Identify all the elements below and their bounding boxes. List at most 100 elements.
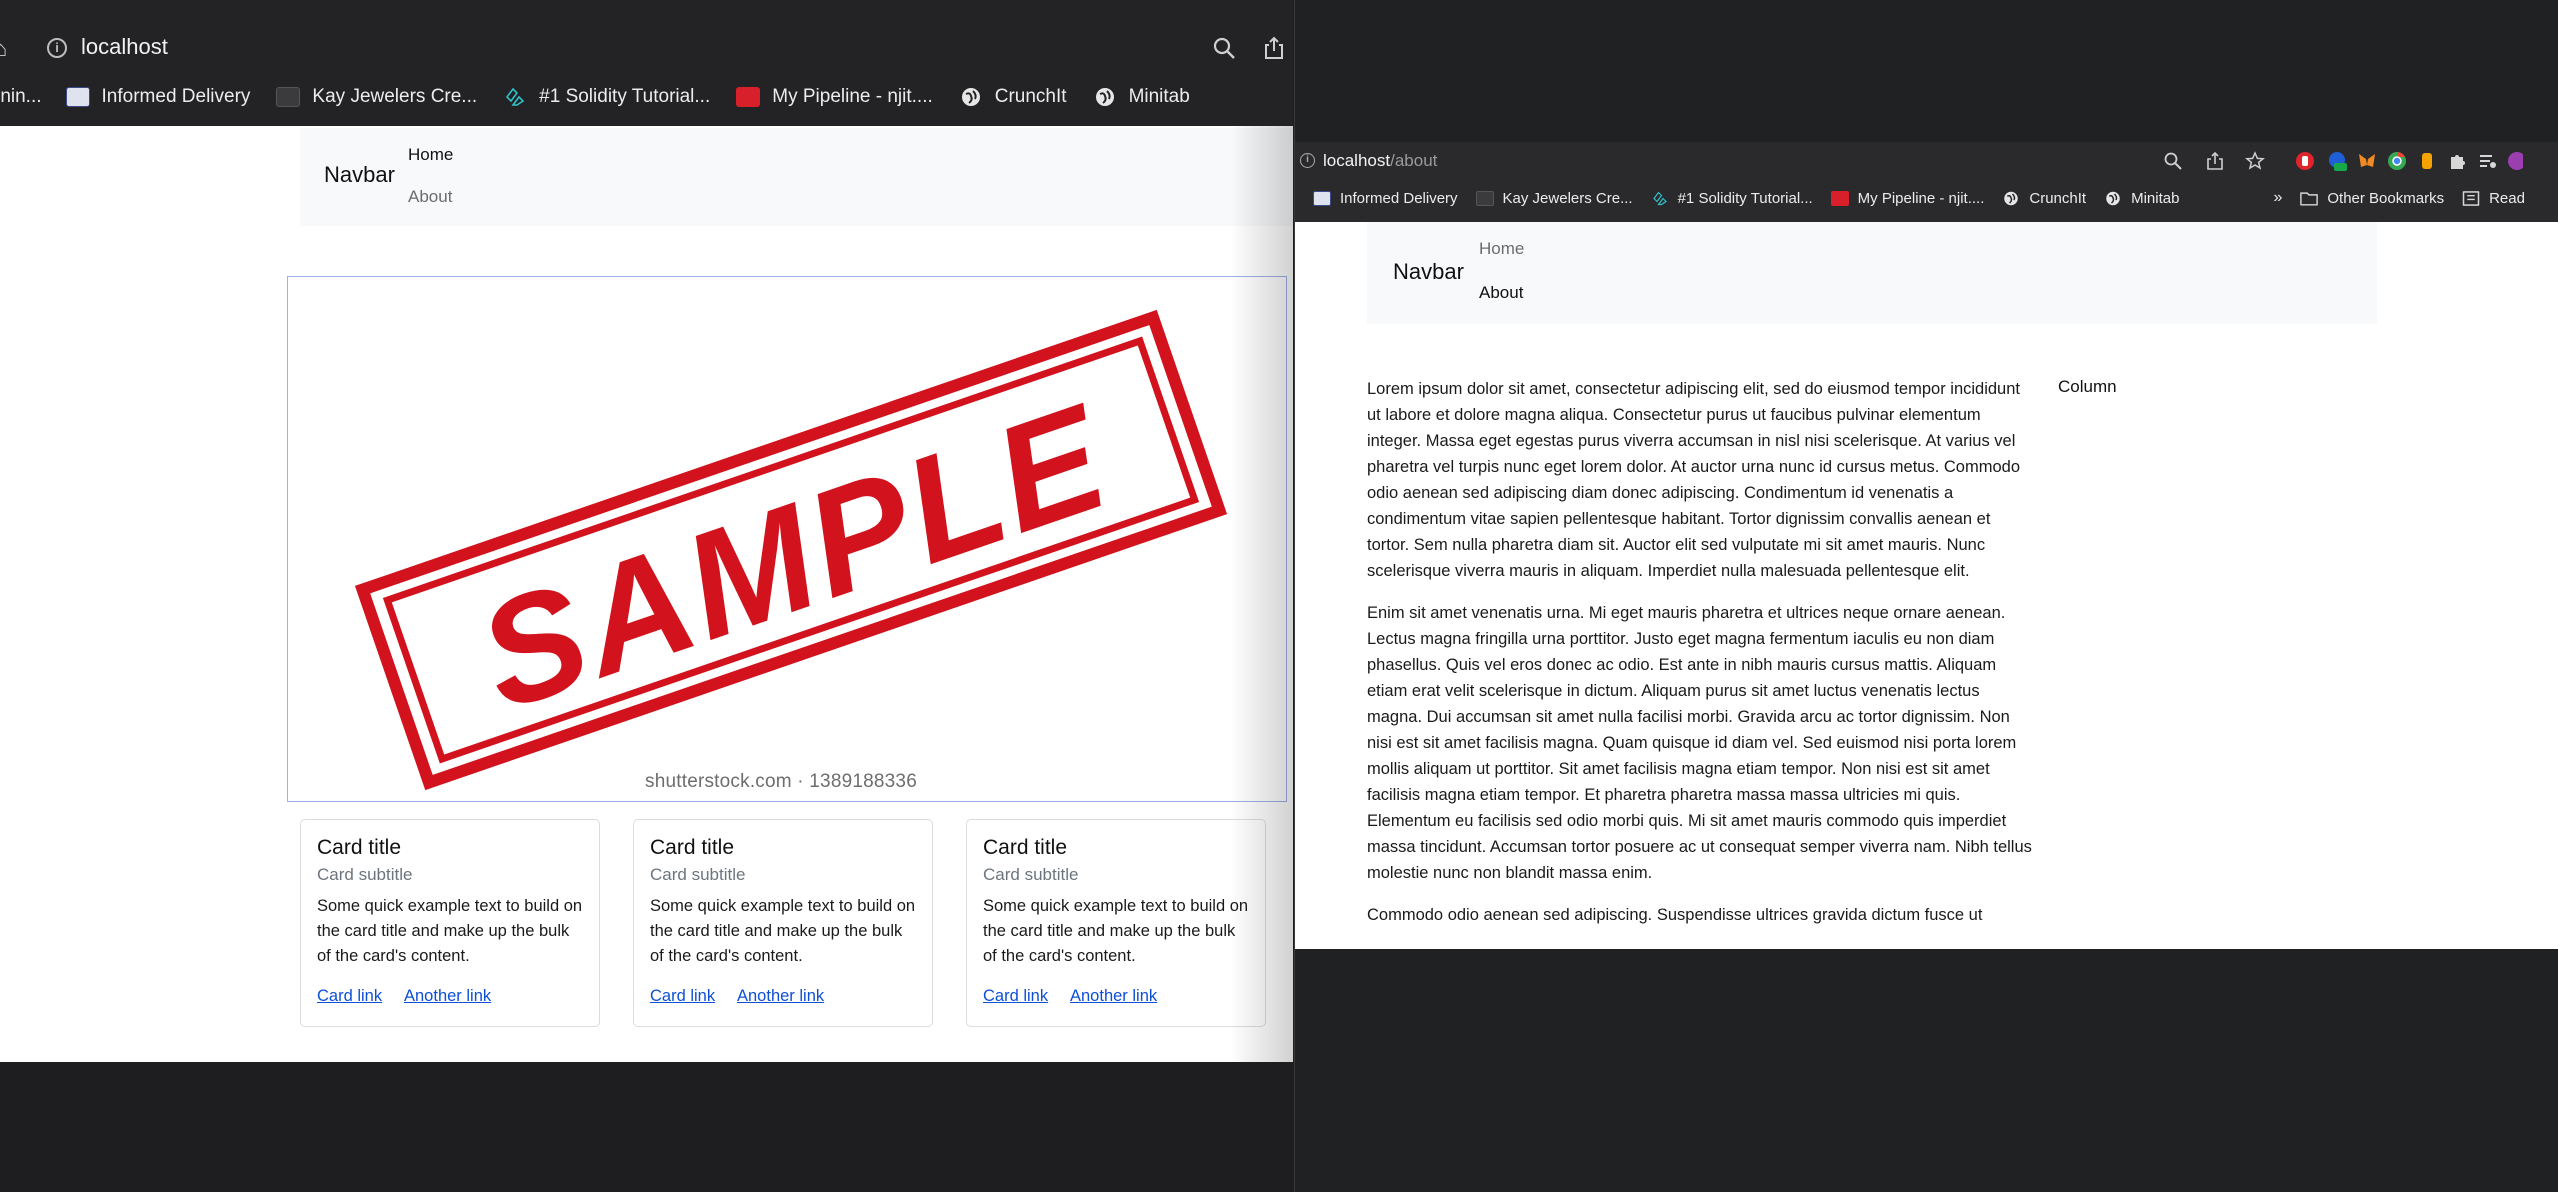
left-browser-window: ⌂ i localhost rnin... Informed Delivery … [0, 0, 1293, 1062]
paragraph: Enim sit amet venenatis urna. Mi eget ma… [1367, 604, 2032, 882]
bookmark-item[interactable]: Kay Jewelers Cre... [276, 86, 477, 108]
solidity-icon [506, 87, 525, 106]
bookmark-item[interactable]: rnin... [0, 86, 42, 108]
card-icon [1475, 190, 1494, 206]
extension-red-icon[interactable] [2295, 151, 2315, 171]
left-address-bar[interactable]: ⌂ i localhost [0, 26, 1293, 74]
left-browser-chrome: ⌂ i localhost rnin... Informed Delivery … [0, 0, 1293, 126]
site-info-icon[interactable]: i [47, 38, 67, 58]
bookmark-item[interactable]: Kay Jewelers Cre... [1475, 189, 1633, 207]
image-credit: shutterstock.com · 1389188336 [645, 771, 917, 792]
left-navbar: Navbar Home About [300, 128, 1293, 226]
left-bookmarks-bar: rnin... Informed Delivery Kay Jewelers C… [0, 80, 1216, 114]
nav-link-about[interactable]: About [408, 187, 452, 207]
other-bookmarks-folder[interactable]: Other Bookmarks [2300, 190, 2444, 207]
side-column-label: Column [2058, 377, 2117, 396]
card-text: Some quick example text to build on the … [317, 897, 583, 965]
right-page-content: Navbar Home About Lorem ipsum dolor sit … [1295, 222, 2558, 949]
search-icon[interactable] [1212, 36, 1236, 60]
bookmark-item[interactable]: My Pipeline - njit.... [736, 86, 933, 108]
usps-icon [65, 87, 90, 107]
card-title: Card title [317, 836, 402, 859]
right-browser-window: i localhost/about Informed Delivery Kay … [1294, 0, 2558, 1192]
another-link[interactable]: Another link [737, 987, 824, 1006]
card-title: Card title [983, 836, 1068, 859]
bookmark-item[interactable]: Minitab [2104, 190, 2179, 207]
card-icon [276, 87, 301, 107]
right-url-text[interactable]: localhost/about [1323, 151, 1437, 171]
bookmark-item[interactable]: My Pipeline - njit.... [1830, 189, 1985, 207]
bookmark-item[interactable]: #1 Solidity Tutorial... [503, 86, 710, 108]
paragraph: Lorem ipsum dolor sit amet, consectetur … [1367, 380, 2020, 580]
reading-list-button[interactable]: Read [2462, 190, 2525, 207]
profile-avatar-icon[interactable] [2503, 151, 2523, 171]
bookmark-label: My Pipeline - njit.... [1857, 189, 1985, 207]
share-icon[interactable] [2205, 151, 2225, 171]
share-icon[interactable] [1262, 36, 1286, 60]
extension-us-icon[interactable] [2327, 151, 2347, 171]
card-subtitle: Card subtitle [650, 865, 746, 884]
bookmark-item[interactable]: CrunchIt [2002, 190, 2086, 207]
globe-icon [2004, 191, 2019, 205]
card-subtitle: Card subtitle [317, 865, 413, 884]
left-url-text[interactable]: localhost [81, 34, 168, 60]
card-link[interactable]: Card link [317, 987, 382, 1006]
nav-link-about[interactable]: About [1479, 283, 1523, 303]
card: Card title Card subtitle Some quick exam… [300, 819, 600, 1027]
right-address-bar[interactable]: i localhost/about [1295, 148, 2558, 174]
window-edge-shadow [1230, 126, 1293, 1062]
bookmark-label: Informed Delivery [101, 86, 251, 107]
bookmark-label: Kay Jewelers Cre... [312, 86, 478, 107]
url-path: /about [1390, 151, 1438, 170]
navbar-brand[interactable]: Navbar [1393, 259, 1464, 285]
right-bookmarks-bar: Informed Delivery Kay Jewelers Cre... #1… [1313, 186, 2543, 210]
bookmark-label: Kay Jewelers Cre... [1502, 189, 1633, 207]
nav-link-home[interactable]: Home [408, 145, 453, 165]
nav-link-home[interactable]: Home [1479, 239, 1524, 259]
bookmark-item[interactable]: #1 Solidity Tutorial... [1651, 190, 1813, 207]
pipeline-icon [736, 87, 761, 107]
bookmark-item[interactable]: CrunchIt [959, 86, 1067, 108]
sample-stamp-graphic: SAMPLE [354, 309, 1228, 791]
desktop: ⌂ i localhost rnin... Informed Delivery … [0, 0, 2558, 1192]
reading-list-icon [2462, 190, 2480, 206]
navbar-brand[interactable]: Navbar [324, 162, 395, 188]
bookmarks-overflow-button[interactable]: » [2273, 189, 2282, 207]
home-icon[interactable]: ⌂ [0, 36, 7, 62]
metamask-icon[interactable] [2357, 151, 2377, 171]
another-link[interactable]: Another link [1070, 987, 1157, 1006]
bookmark-item[interactable]: Minitab [1093, 86, 1190, 108]
another-link[interactable]: Another link [404, 987, 491, 1006]
card: Card title Card subtitle Some quick exam… [633, 819, 933, 1027]
paragraph: Commodo odio aenean sed adipiscing. Susp… [1367, 906, 1983, 924]
card-link[interactable]: Card link [983, 987, 1048, 1006]
ext-orange-icon[interactable] [2417, 151, 2437, 171]
bookmark-item[interactable]: Informed Delivery [1313, 190, 1458, 207]
bookmark-item[interactable]: Informed Delivery [65, 86, 251, 108]
folder-icon [2300, 191, 2319, 206]
card-title: Card title [650, 836, 735, 859]
stamp-text: SAMPLE [459, 372, 1127, 742]
globe-icon [2106, 191, 2120, 205]
hero-image: SAMPLE shutterstock.com · 1389188336 [287, 276, 1287, 802]
card-text: Some quick example text to build on the … [650, 897, 916, 965]
right-navbar: Navbar Home About [1367, 222, 2377, 324]
bookmark-label: My Pipeline - njit.... [772, 86, 933, 107]
solidity-icon [1652, 191, 1667, 205]
bookmark-label: CrunchIt [2029, 189, 2087, 207]
search-icon[interactable] [2163, 151, 2183, 171]
usps-icon [1313, 190, 1331, 206]
bookmark-label: CrunchIt [994, 86, 1067, 107]
bookmark-label: Minitab [2131, 189, 2180, 207]
card: Card title Card subtitle Some quick exam… [966, 819, 1266, 1027]
chrome-ext-icon[interactable] [2387, 151, 2407, 171]
puzzle-icon[interactable] [2447, 151, 2467, 171]
url-host: localhost [1323, 151, 1391, 170]
globe-icon [1095, 88, 1114, 106]
bookmark-label: Minitab [1128, 86, 1190, 107]
bookmark-label: rnin... [0, 86, 42, 107]
site-info-icon[interactable]: i [1300, 153, 1315, 168]
media-queue-icon[interactable] [2477, 151, 2497, 171]
card-link[interactable]: Card link [650, 987, 715, 1006]
star-icon[interactable] [2245, 151, 2265, 171]
